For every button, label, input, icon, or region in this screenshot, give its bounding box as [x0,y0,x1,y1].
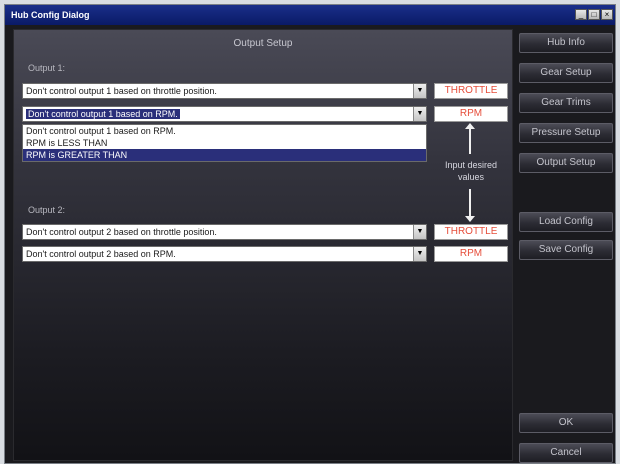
output-2-rpm-value: Don't control output 2 based on RPM. [26,249,176,259]
output-setup-panel: Output Setup Output 1: Don't control out… [13,29,513,461]
chevron-down-icon[interactable]: ▼ [413,84,426,98]
cancel-button[interactable]: Cancel [519,443,613,463]
chevron-down-icon[interactable]: ▼ [413,225,426,239]
output-1-rpm-select[interactable]: Don't control output 1 based on RPM. ▼ [22,106,427,122]
load-config-button[interactable]: Load Config [519,212,613,232]
output-2-rpm-input[interactable]: RPM [434,246,508,262]
dropdown-option-highlighted[interactable]: RPM is GREATER THAN [23,149,426,161]
hub-config-dialog: Hub Config Dialog _ □ × Output Setup Out… [4,4,616,464]
output-1-rpm-options: Don't control output 1 based on RPM. RPM… [22,124,427,162]
arrow-down-icon [465,189,475,222]
input-values-hint: Input desired values [444,160,498,182]
gear-setup-button[interactable]: Gear Setup [519,63,613,83]
gear-trims-button[interactable]: Gear Trims [519,93,613,113]
output-1-rpm-value: Don't control output 1 based on RPM. [26,109,180,119]
output-setup-button[interactable]: Output Setup [519,153,613,173]
minimize-icon[interactable]: _ [575,9,587,20]
output-1-throttle-input[interactable]: THROTTLE [434,83,508,99]
close-icon[interactable]: × [601,9,613,20]
output-1-throttle-value: Don't control output 1 based on throttle… [26,86,217,96]
output-1-throttle-select[interactable]: Don't control output 1 based on throttle… [22,83,427,99]
hub-info-button[interactable]: Hub Info [519,33,613,53]
pressure-setup-button[interactable]: Pressure Setup [519,123,613,143]
panel-title: Output Setup [233,38,293,49]
sidebar: Hub Info Gear Setup Gear Trims Pressure … [519,29,613,463]
chevron-down-icon[interactable]: ▼ [413,107,426,121]
output-2-throttle-input[interactable]: THROTTLE [434,224,508,240]
output-2-throttle-select[interactable]: Don't control output 2 based on throttle… [22,224,427,240]
output-2-throttle-value: Don't control output 2 based on throttle… [26,227,217,237]
chevron-down-icon[interactable]: ▼ [413,247,426,261]
output-2-label: Output 2: [28,205,66,215]
dropdown-option[interactable]: RPM is LESS THAN [23,137,426,149]
output-1-rpm-input[interactable]: RPM [434,106,508,122]
save-config-button[interactable]: Save Config [519,240,613,260]
window-title: Hub Config Dialog [11,10,90,20]
output-2-rpm-select[interactable]: Don't control output 2 based on RPM. ▼ [22,246,427,262]
title-bar[interactable]: Hub Config Dialog [5,5,615,25]
maximize-icon[interactable]: □ [588,9,600,20]
ok-button[interactable]: OK [519,413,613,433]
arrow-up-icon [465,123,475,154]
dropdown-option[interactable]: Don't control output 1 based on RPM. [23,125,426,137]
output-1-label: Output 1: [28,63,66,73]
